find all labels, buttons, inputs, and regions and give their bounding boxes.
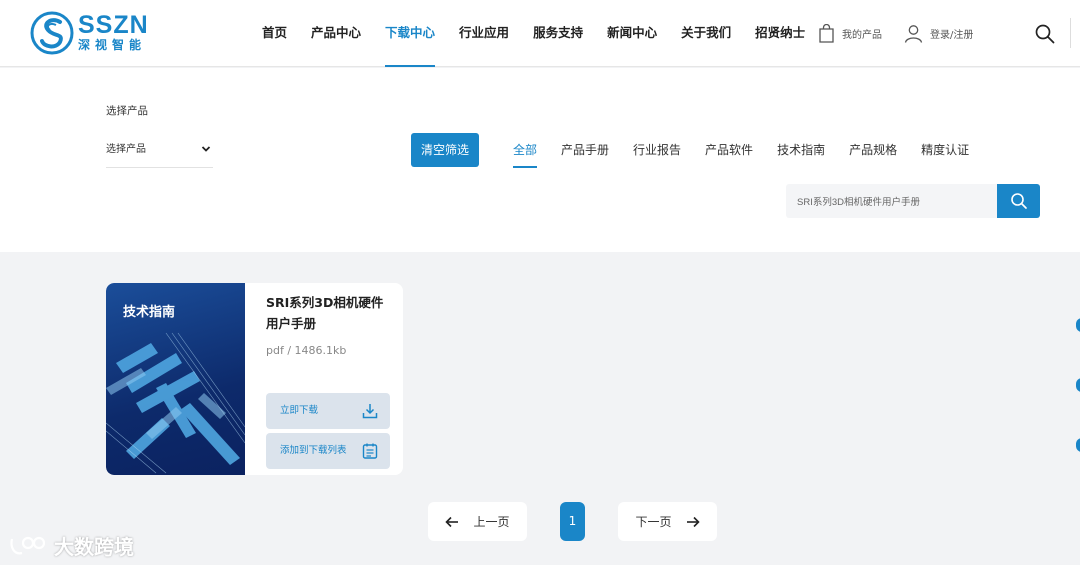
user-icon <box>904 25 923 43</box>
next-page-button[interactable]: 下一页 <box>618 502 717 541</box>
search-icon[interactable] <box>1034 23 1056 45</box>
header-divider <box>1070 18 1071 48</box>
next-page-label: 下一页 <box>635 515 672 529</box>
product-select[interactable]: 选择产品 <box>106 138 213 168</box>
side-float-tab[interactable] <box>1076 318 1080 332</box>
logo-name-en: SSZN <box>78 11 149 39</box>
cover-category-label: 技术指南 <box>123 305 176 320</box>
logo-mark-icon <box>30 11 74 55</box>
tab-software[interactable]: 产品软件 <box>705 140 753 168</box>
arrow-right-icon <box>686 516 700 527</box>
logo[interactable]: SSZN 深视智能 <box>30 11 149 55</box>
my-products-label: 我的产品 <box>842 30 882 41</box>
document-title[interactable]: SRI系列3D相机硬件用户手册 <box>266 292 394 334</box>
search-icon <box>1010 193 1027 209</box>
side-float-tab[interactable] <box>1076 378 1080 392</box>
add-to-list-label: 添加到下载列表 <box>280 445 347 456</box>
site-header: SSZN 深视智能 首页 产品中心 下载中心 行业应用 服务支持 新闻中心 关于… <box>0 0 1080 67</box>
side-float-tab[interactable] <box>1076 438 1080 452</box>
login-label: 登录/注册 <box>930 30 974 41</box>
arrow-left-icon <box>445 516 459 527</box>
main-nav: 首页 产品中心 下载中心 行业应用 服务支持 新闻中心 关于我们 招贤纳士 <box>250 0 817 67</box>
nav-item-support[interactable]: 服务支持 <box>533 0 583 67</box>
document-meta: pdf / 1486.1kb <box>266 344 347 357</box>
category-tabs: 全部 产品手册 行业报告 产品软件 技术指南 产品规格 精度认证 <box>513 140 993 168</box>
filter-label: 选择产品 <box>106 105 148 117</box>
filter-panel: 选择产品 选择产品 清空筛选 全部 产品手册 行业报告 产品软件 技术指南 产品… <box>0 68 1080 252</box>
doc-search-button[interactable] <box>997 184 1040 218</box>
page-number-current[interactable]: 1 <box>560 502 585 541</box>
add-to-list-button[interactable]: 添加到下载列表 <box>266 433 390 469</box>
document-card: 技术指南 SRI系列3D相机硬件用户手册 pdf / 1486.1kb 立即下载… <box>106 283 403 475</box>
nav-item-home[interactable]: 首页 <box>262 0 287 67</box>
download-label: 立即下载 <box>280 405 319 416</box>
my-products-link[interactable]: 我的产品 <box>818 0 882 67</box>
nav-item-downloads[interactable]: 下载中心 <box>385 0 436 67</box>
watermark: 大数跨境 <box>8 530 134 560</box>
chevron-down-icon <box>201 146 211 152</box>
logo-name-cn: 深视智能 <box>78 38 147 52</box>
watermark-logo-icon <box>10 536 46 555</box>
tab-all[interactable]: 全部 <box>513 140 538 168</box>
nav-item-news[interactable]: 新闻中心 <box>607 0 657 67</box>
prev-page-button[interactable]: 上一页 <box>428 502 527 541</box>
doc-search-input[interactable] <box>786 184 997 218</box>
download-icon <box>362 404 378 419</box>
nav-item-about[interactable]: 关于我们 <box>681 0 731 67</box>
tab-report[interactable]: 行业报告 <box>633 140 681 168</box>
download-button[interactable]: 立即下载 <box>266 393 390 429</box>
tab-spec[interactable]: 产品规格 <box>849 140 897 168</box>
watermark-text: 大数跨境 <box>54 534 134 559</box>
login-link[interactable]: 登录/注册 <box>904 0 973 67</box>
bag-icon <box>819 24 834 43</box>
nav-item-products[interactable]: 产品中心 <box>311 0 361 67</box>
nav-item-careers[interactable]: 招贤纳士 <box>755 0 805 67</box>
list-icon <box>362 443 378 459</box>
prev-page-label: 上一页 <box>473 515 510 529</box>
cover-art-icon <box>106 332 245 474</box>
document-cover[interactable]: 技术指南 <box>106 283 245 475</box>
nav-item-industry[interactable]: 行业应用 <box>459 0 509 67</box>
tab-tech-guide[interactable]: 技术指南 <box>777 140 825 168</box>
tab-certification[interactable]: 精度认证 <box>921 140 969 168</box>
clear-filter-button[interactable]: 清空筛选 <box>411 133 479 167</box>
product-select-value: 选择产品 <box>106 144 146 155</box>
tab-manual[interactable]: 产品手册 <box>561 140 609 168</box>
